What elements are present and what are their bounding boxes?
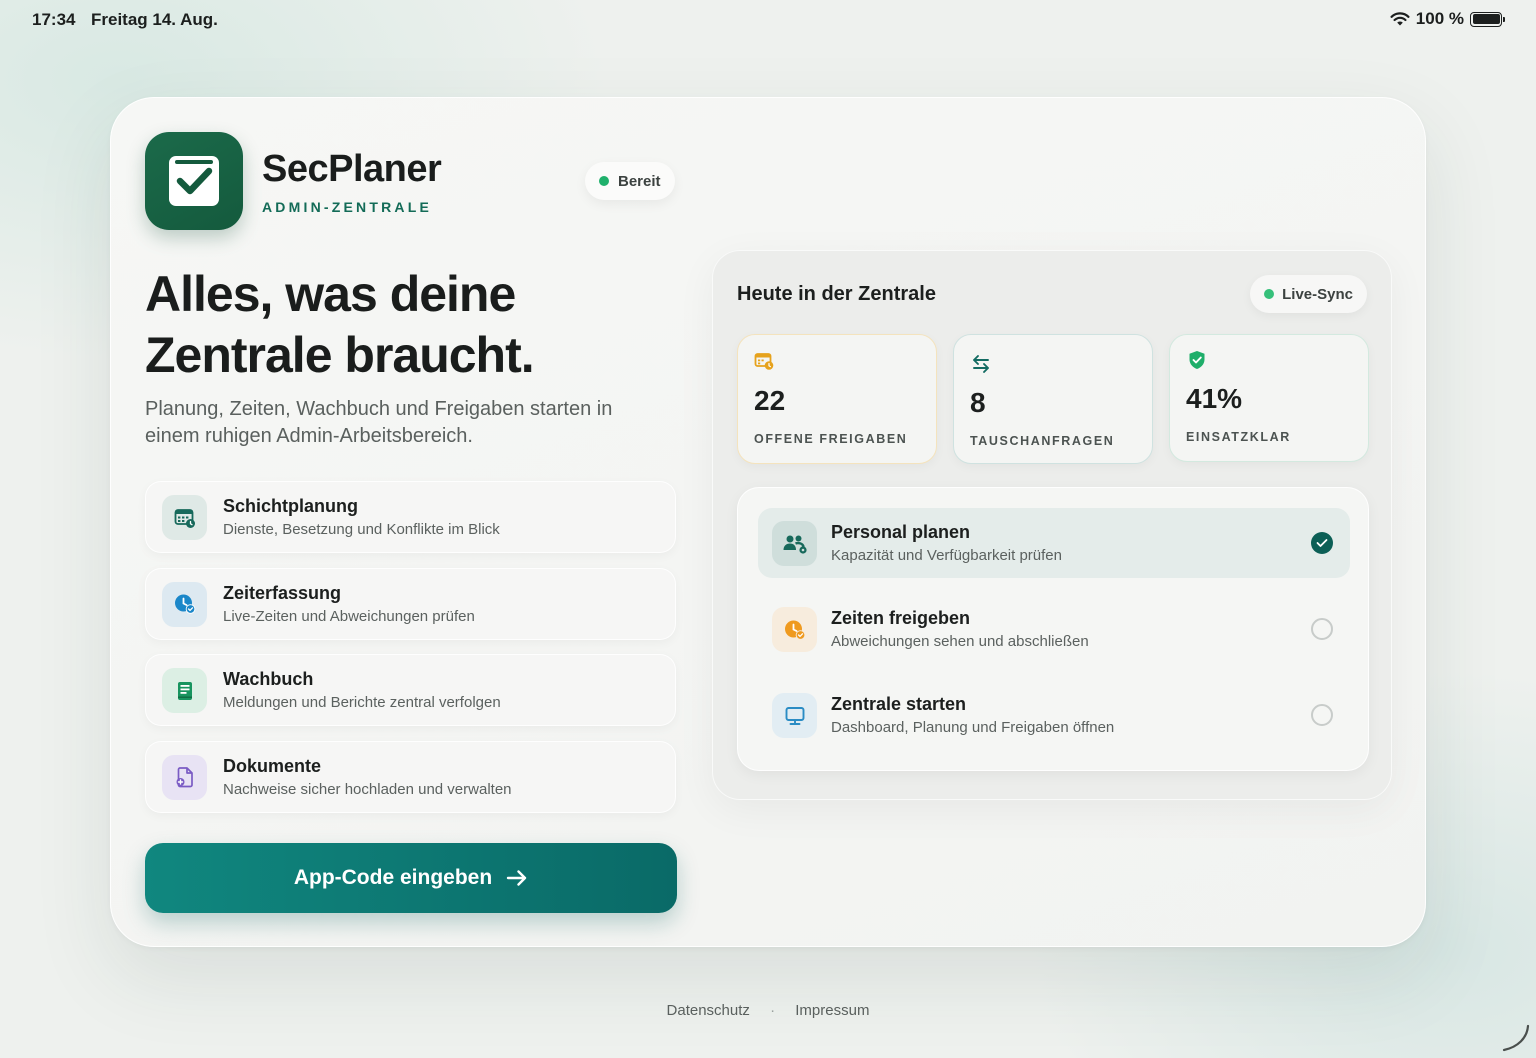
live-sync-badge: Live-Sync: [1250, 275, 1367, 313]
headline-line-2: Zentrale braucht.: [145, 327, 535, 383]
stat-value: 41%: [1186, 383, 1243, 414]
feature-desc: Dienste, Besetzung und Konflikte im Blic…: [223, 521, 500, 538]
stats-row: 22 OFFENE FREIGABEN 8 TAUSCHANFRAGEN 41%…: [737, 334, 1369, 466]
book-icon: [162, 668, 207, 713]
feature-title: Dokumente: [223, 755, 322, 776]
clock-icon: [162, 581, 207, 627]
people-icon: [772, 521, 817, 566]
clock-check-icon: [772, 607, 817, 652]
battery-icon: [1470, 11, 1505, 27]
task-desc: Dashboard, Planung und Freigaben öffnen: [831, 719, 1115, 736]
feature-time-tracking[interactable]: Zeiterfassung Live-Zeiten und Abweichung…: [145, 567, 676, 640]
status-date: Freitag 14. Aug.: [91, 10, 218, 29]
stat-label: TAUSCHANFRAGEN: [970, 434, 1115, 448]
wifi-icon: [1390, 11, 1410, 25]
stat-label: OFFENE FREIGABEN: [754, 432, 908, 446]
empty-circle-icon[interactable]: [1311, 618, 1333, 640]
shield-check-icon: [1189, 351, 1205, 369]
calendar-icon: [162, 495, 207, 540]
resize-handle-icon[interactable]: [1500, 1022, 1530, 1052]
checkbox-icon: [169, 156, 219, 206]
document-icon: [162, 754, 207, 800]
task-start-center[interactable]: Zentrale starten Dashboard, Planung und …: [758, 680, 1350, 750]
headline-line-1: Alles, was deine: [145, 266, 516, 322]
feature-shift-planning[interactable]: Schichtplanung Dienste, Besetzung und Ko…: [145, 481, 676, 553]
task-title: Zeiten freigeben: [831, 608, 971, 628]
arrow-right-icon: [506, 870, 527, 886]
stat-value: 8: [970, 387, 986, 418]
calendar-clock-icon: [754, 353, 774, 370]
page-subtitle: Planung, Zeiten, Wachbuch und Freigaben …: [145, 398, 613, 447]
app-subtitle: ADMIN-ZENTRALE: [262, 199, 433, 215]
status-dot-icon: [599, 176, 609, 186]
stat-swap-requests[interactable]: 8 TAUSCHANFRAGEN: [953, 334, 1153, 464]
enter-app-code-button[interactable]: App-Code eingeben: [145, 843, 677, 913]
stat-deployment-ready[interactable]: 41% EINSATZKLAR: [1169, 334, 1369, 462]
feature-desc: Nachweise sicher hochladen und verwalten: [223, 780, 512, 798]
feature-watchbook[interactable]: Wachbuch Meldungen und Berichte zentral …: [145, 654, 676, 726]
feature-list: Schichtplanung Dienste, Besetzung und Ko…: [145, 481, 676, 827]
status-time: 17:34: [32, 10, 76, 29]
feature-desc: Meldungen und Berichte zentral verfolgen: [223, 694, 501, 711]
feature-desc: Live-Zeiten und Abweichungen prüfen: [223, 607, 475, 625]
app-name: SecPlaner: [262, 148, 442, 190]
monitor-icon: [772, 693, 817, 738]
app-logo: [145, 132, 243, 230]
privacy-link[interactable]: Datenschutz: [667, 1002, 750, 1019]
status-indicators: 100 %: [1390, 9, 1505, 29]
stat-label: EINSATZKLAR: [1186, 430, 1291, 444]
task-approve-times[interactable]: Zeiten freigeben Abweichungen sehen und …: [758, 594, 1350, 664]
task-plan-staff[interactable]: Personal planen Kapazität und Verfügbark…: [758, 508, 1350, 578]
cta-label: App-Code eingeben: [293, 866, 493, 889]
feature-title: Wachbuch: [223, 669, 314, 689]
empty-circle-icon[interactable]: [1311, 704, 1333, 726]
status-badge: Bereit: [585, 162, 675, 200]
stat-value: 22: [754, 385, 786, 416]
imprint-link[interactable]: Impressum: [795, 1002, 869, 1019]
sync-dot-icon: [1264, 289, 1275, 299]
feature-title: Schichtplanung: [223, 496, 358, 516]
page-title: Alles, was deine Zentrale braucht.: [145, 264, 705, 386]
task-list: Personal planen Kapazität und Verfügbark…: [737, 487, 1369, 771]
feature-documents[interactable]: Dokumente Nachweise sicher hochladen und…: [145, 740, 676, 813]
live-sync-label: Live-Sync: [1282, 285, 1353, 303]
task-desc: Abweichungen sehen und abschließen: [831, 633, 1089, 650]
task-title: Personal planen: [831, 522, 971, 542]
swap-icon: [973, 355, 989, 373]
checkmark-icon[interactable]: [1311, 532, 1333, 554]
task-desc: Kapazität und Verfügbarkeit prüfen: [831, 547, 1062, 564]
panel-title: Heute in der Zentrale: [737, 283, 936, 305]
battery-percent: 100 %: [1415, 9, 1464, 28]
main-card: SecPlaner ADMIN-ZENTRALE Bereit Alles, w…: [110, 97, 1426, 947]
stat-open-approvals[interactable]: 22 OFFENE FREIGABEN: [737, 334, 937, 464]
feature-title: Zeiterfassung: [223, 582, 342, 603]
today-panel: Heute in der Zentrale Live-Sync 22 OFFEN…: [712, 250, 1392, 800]
task-title: Zentrale starten: [831, 694, 967, 714]
status-bar: 17:34 Freitag 14. Aug. 100 %: [0, 0, 1536, 40]
footer: Datenschutz · Impressum: [0, 1002, 1536, 1019]
status-badge-label: Bereit: [618, 172, 661, 190]
footer-separator: ·: [770, 1002, 776, 1019]
